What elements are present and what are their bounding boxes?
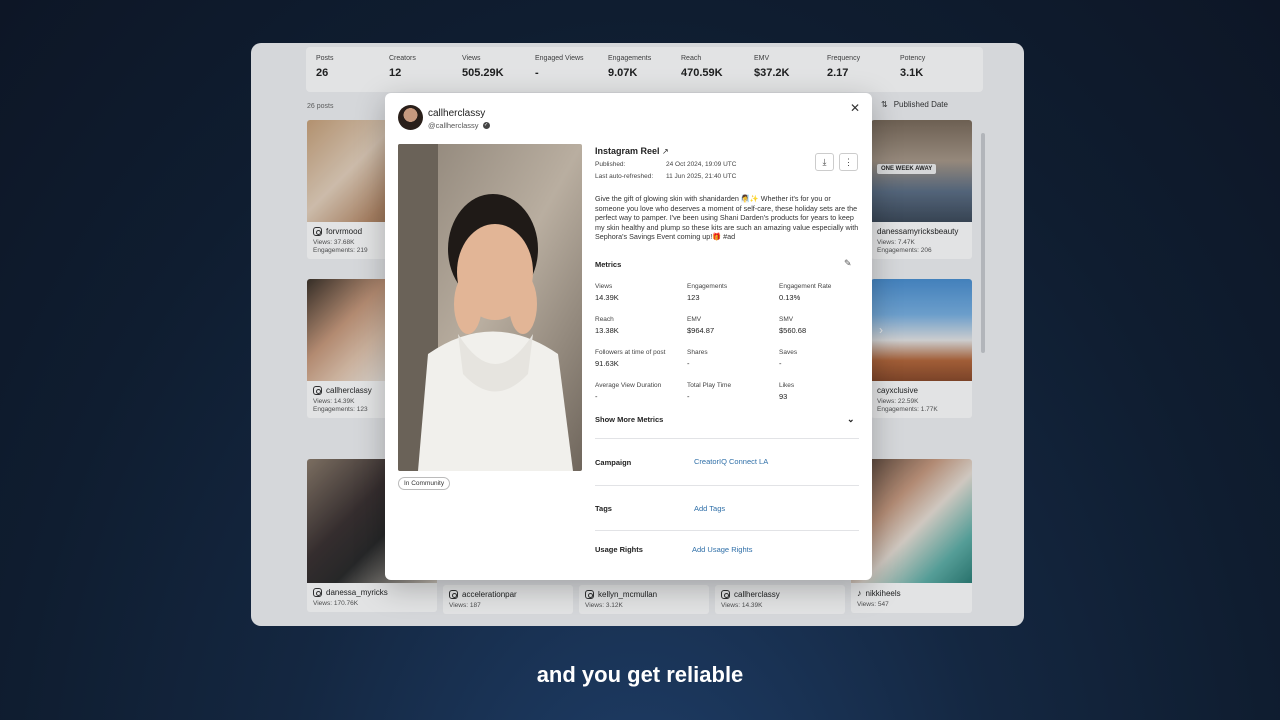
tags-label: Tags [595, 504, 612, 513]
more-options-button[interactable]: ⋮ [839, 153, 858, 171]
metric-engagement-rate: Engagement Rate 0.13% [779, 283, 869, 302]
external-link-icon: ↗ [662, 147, 669, 156]
metric-value: 14.39K [595, 293, 619, 302]
post-type-link[interactable]: Instagram Reel ↗ [595, 146, 669, 156]
metric-likes: Likes 93 [779, 382, 869, 401]
metric-label: Likes [779, 382, 795, 389]
campaign-label: Campaign [595, 458, 632, 467]
metric-value: 93 [779, 392, 788, 401]
metric-label: EMV [687, 316, 702, 323]
metric-label: Followers at time of post [595, 349, 666, 356]
metric-smv: SMV $560.68 [779, 316, 869, 335]
creator-handle: @callherclassy [428, 121, 479, 130]
published-label: Published: [595, 161, 626, 168]
divider [595, 485, 859, 486]
metric-value: 123 [687, 293, 700, 302]
metric-label: Engagement Rate [779, 283, 832, 290]
show-more-label: Show More Metrics [595, 415, 664, 424]
metric-label: Saves [779, 349, 798, 356]
show-more-metrics[interactable]: Show More Metrics ⌄ [595, 414, 859, 424]
post-image [398, 144, 582, 471]
metric-label: Average View Duration [595, 382, 662, 389]
metric-value: 13.38K [595, 326, 619, 335]
metric-emv: EMV $964.87 [687, 316, 777, 335]
metric-value: - [687, 359, 690, 368]
metric-followers: Followers at time of post 91.63K [595, 349, 685, 368]
close-icon[interactable]: ✕ [850, 101, 860, 115]
usage-rights-label: Usage Rights [595, 545, 643, 554]
metric-label: Reach [595, 316, 614, 323]
metric-value: $964.87 [687, 326, 715, 335]
metric-value: - [595, 392, 598, 401]
avatar [398, 105, 423, 130]
metric-reach: Reach 13.38K [595, 316, 685, 335]
published-row: Published: 24 Oct 2024, 19:09 UTC [595, 161, 736, 168]
add-tags-link[interactable]: Add Tags [694, 504, 725, 513]
download-icon: ⤓ [822, 157, 827, 167]
divider [595, 530, 859, 531]
post-detail-modal: callherclassy @callherclassy ✓ ✕ In Commu… [385, 93, 872, 580]
refreshed-label: Last auto-refreshed: [595, 173, 654, 180]
metric-value: 0.13% [779, 293, 801, 302]
refreshed-row: Last auto-refreshed: 11 Jun 2025, 21:40 U… [595, 173, 736, 180]
metric-value: 91.63K [595, 359, 619, 368]
published-value: 24 Oct 2024, 19:09 UTC [666, 161, 737, 168]
metric-label: SMV [779, 316, 794, 323]
metric-views: Views 14.39K [595, 283, 685, 302]
more-vertical-icon: ⋮ [844, 157, 853, 167]
metric-engagements: Engagements 123 [687, 283, 777, 302]
edit-icon[interactable]: ✎ [844, 258, 852, 269]
metric-label: Total Play Time [687, 382, 732, 389]
community-badge: In Community [398, 477, 451, 490]
metric-total-play-time: Total Play Time - [687, 382, 777, 401]
metric-avg-view-duration: Average View Duration - [595, 382, 685, 401]
video-subtitle: and you get reliable [536, 662, 744, 687]
creator-name: callherclassy [428, 108, 486, 119]
metric-value: $560.68 [779, 326, 807, 335]
divider [595, 438, 859, 439]
post-photo [398, 144, 582, 471]
metric-label: Views [595, 283, 613, 290]
verified-icon: ✓ [482, 122, 490, 129]
chevron-down-icon: ⌄ [847, 414, 855, 424]
add-usage-rights-link[interactable]: Add Usage Rights [692, 545, 752, 554]
metric-shares: Shares - [687, 349, 777, 368]
metric-value: - [687, 392, 690, 401]
campaign-link[interactable]: CreatorIQ Connect LA [694, 457, 768, 466]
post-caption: Give the gift of glowing skin with shani… [595, 194, 859, 242]
metric-saves: Saves - [779, 349, 869, 368]
post-type: Instagram Reel [595, 146, 660, 156]
refreshed-value: 11 Jun 2025, 21:40 UTC [666, 173, 737, 180]
metric-label: Engagements [687, 283, 728, 290]
metric-label: Shares [687, 349, 708, 356]
metrics-title: Metrics [595, 260, 622, 269]
metric-value: - [779, 359, 782, 368]
download-button[interactable]: ⤓ [815, 153, 834, 171]
